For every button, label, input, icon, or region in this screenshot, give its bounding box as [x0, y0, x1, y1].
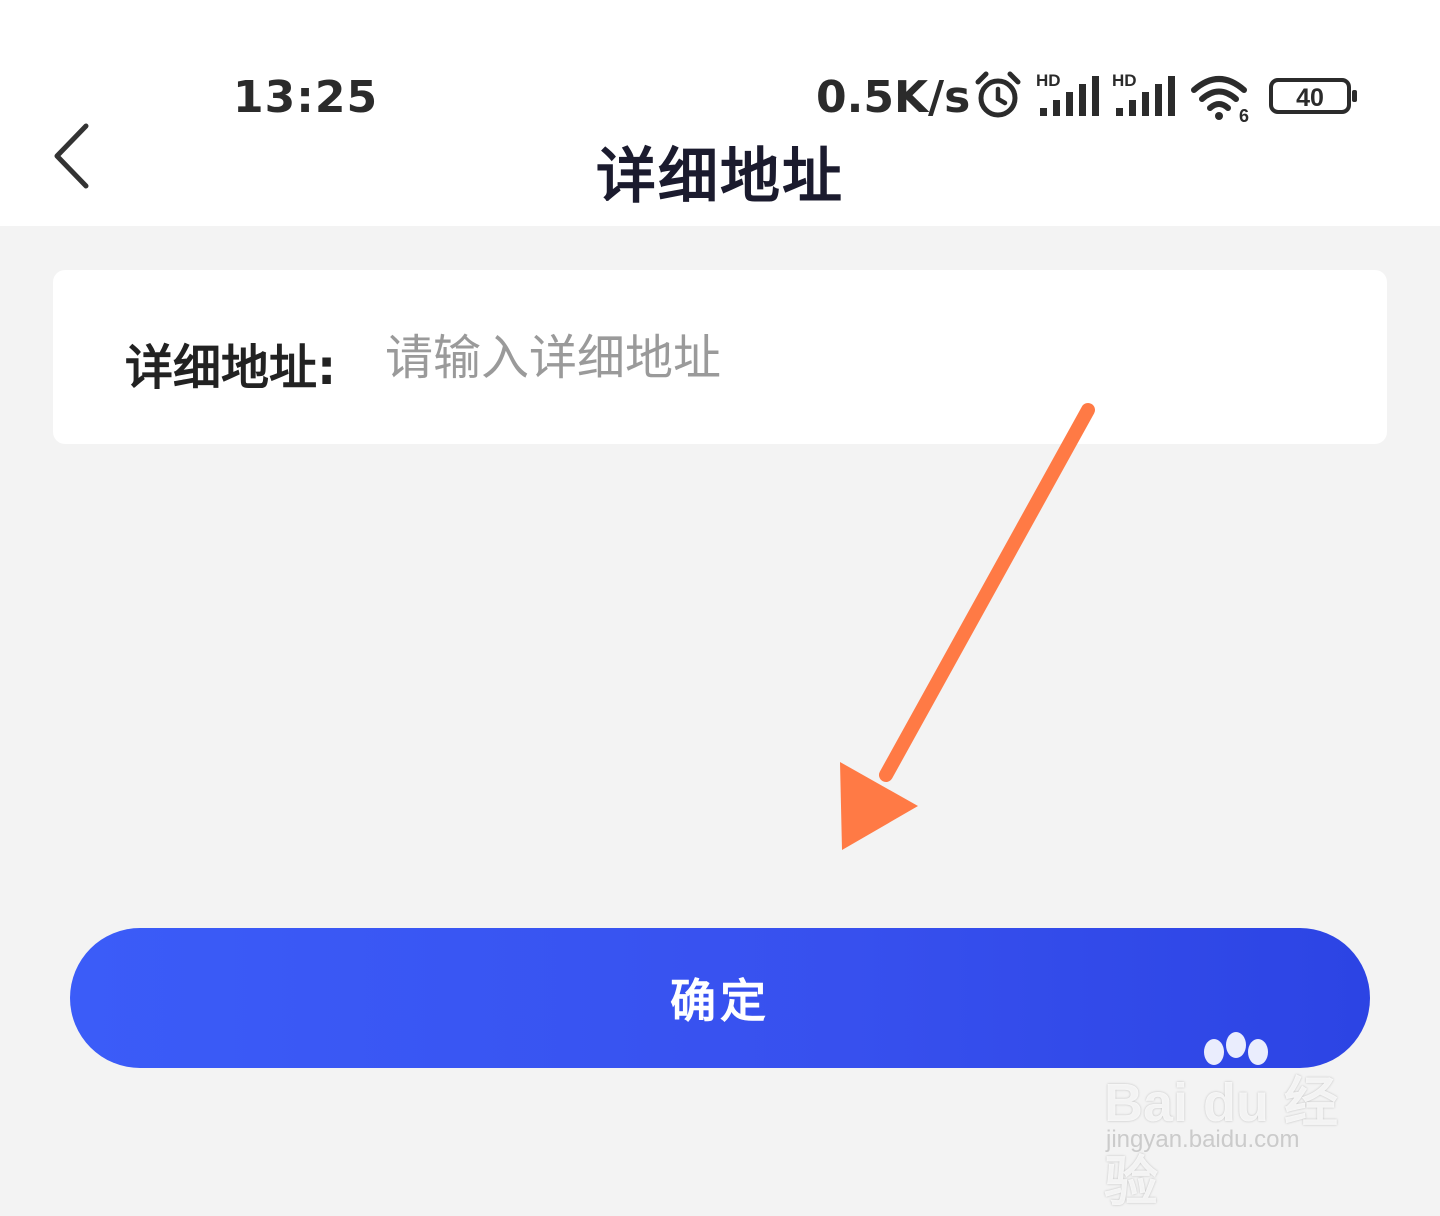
- battery-level: 40: [1296, 84, 1324, 112]
- signal-badge: HD: [1036, 71, 1061, 90]
- signal-icon: HD: [1036, 71, 1099, 116]
- watermark-brand: Bai du 经验: [1104, 1073, 1339, 1212]
- page-title: 详细地址: [596, 142, 844, 212]
- network-speed: 0.5K/s: [816, 72, 971, 123]
- alarm-icon: [975, 71, 1021, 118]
- wifi-badge: 6: [1239, 106, 1249, 124]
- top-bar: 13:25 0.5K/s HD HD 6 40 详细地址: [0, 0, 1440, 226]
- wifi-icon: 6: [1191, 76, 1249, 124]
- confirm-button[interactable]: 确定: [70, 928, 1370, 1068]
- signal-badge: HD: [1112, 71, 1137, 90]
- address-card: 详细地址:: [53, 270, 1387, 444]
- address-input[interactable]: [383, 320, 1347, 396]
- battery-icon: 40: [1269, 78, 1357, 114]
- signal-icon: HD: [1112, 71, 1175, 116]
- watermark-url: jingyan.baidu.com: [1106, 1126, 1300, 1153]
- status-time: 13:25: [233, 72, 379, 123]
- address-label: 详细地址:: [125, 340, 337, 396]
